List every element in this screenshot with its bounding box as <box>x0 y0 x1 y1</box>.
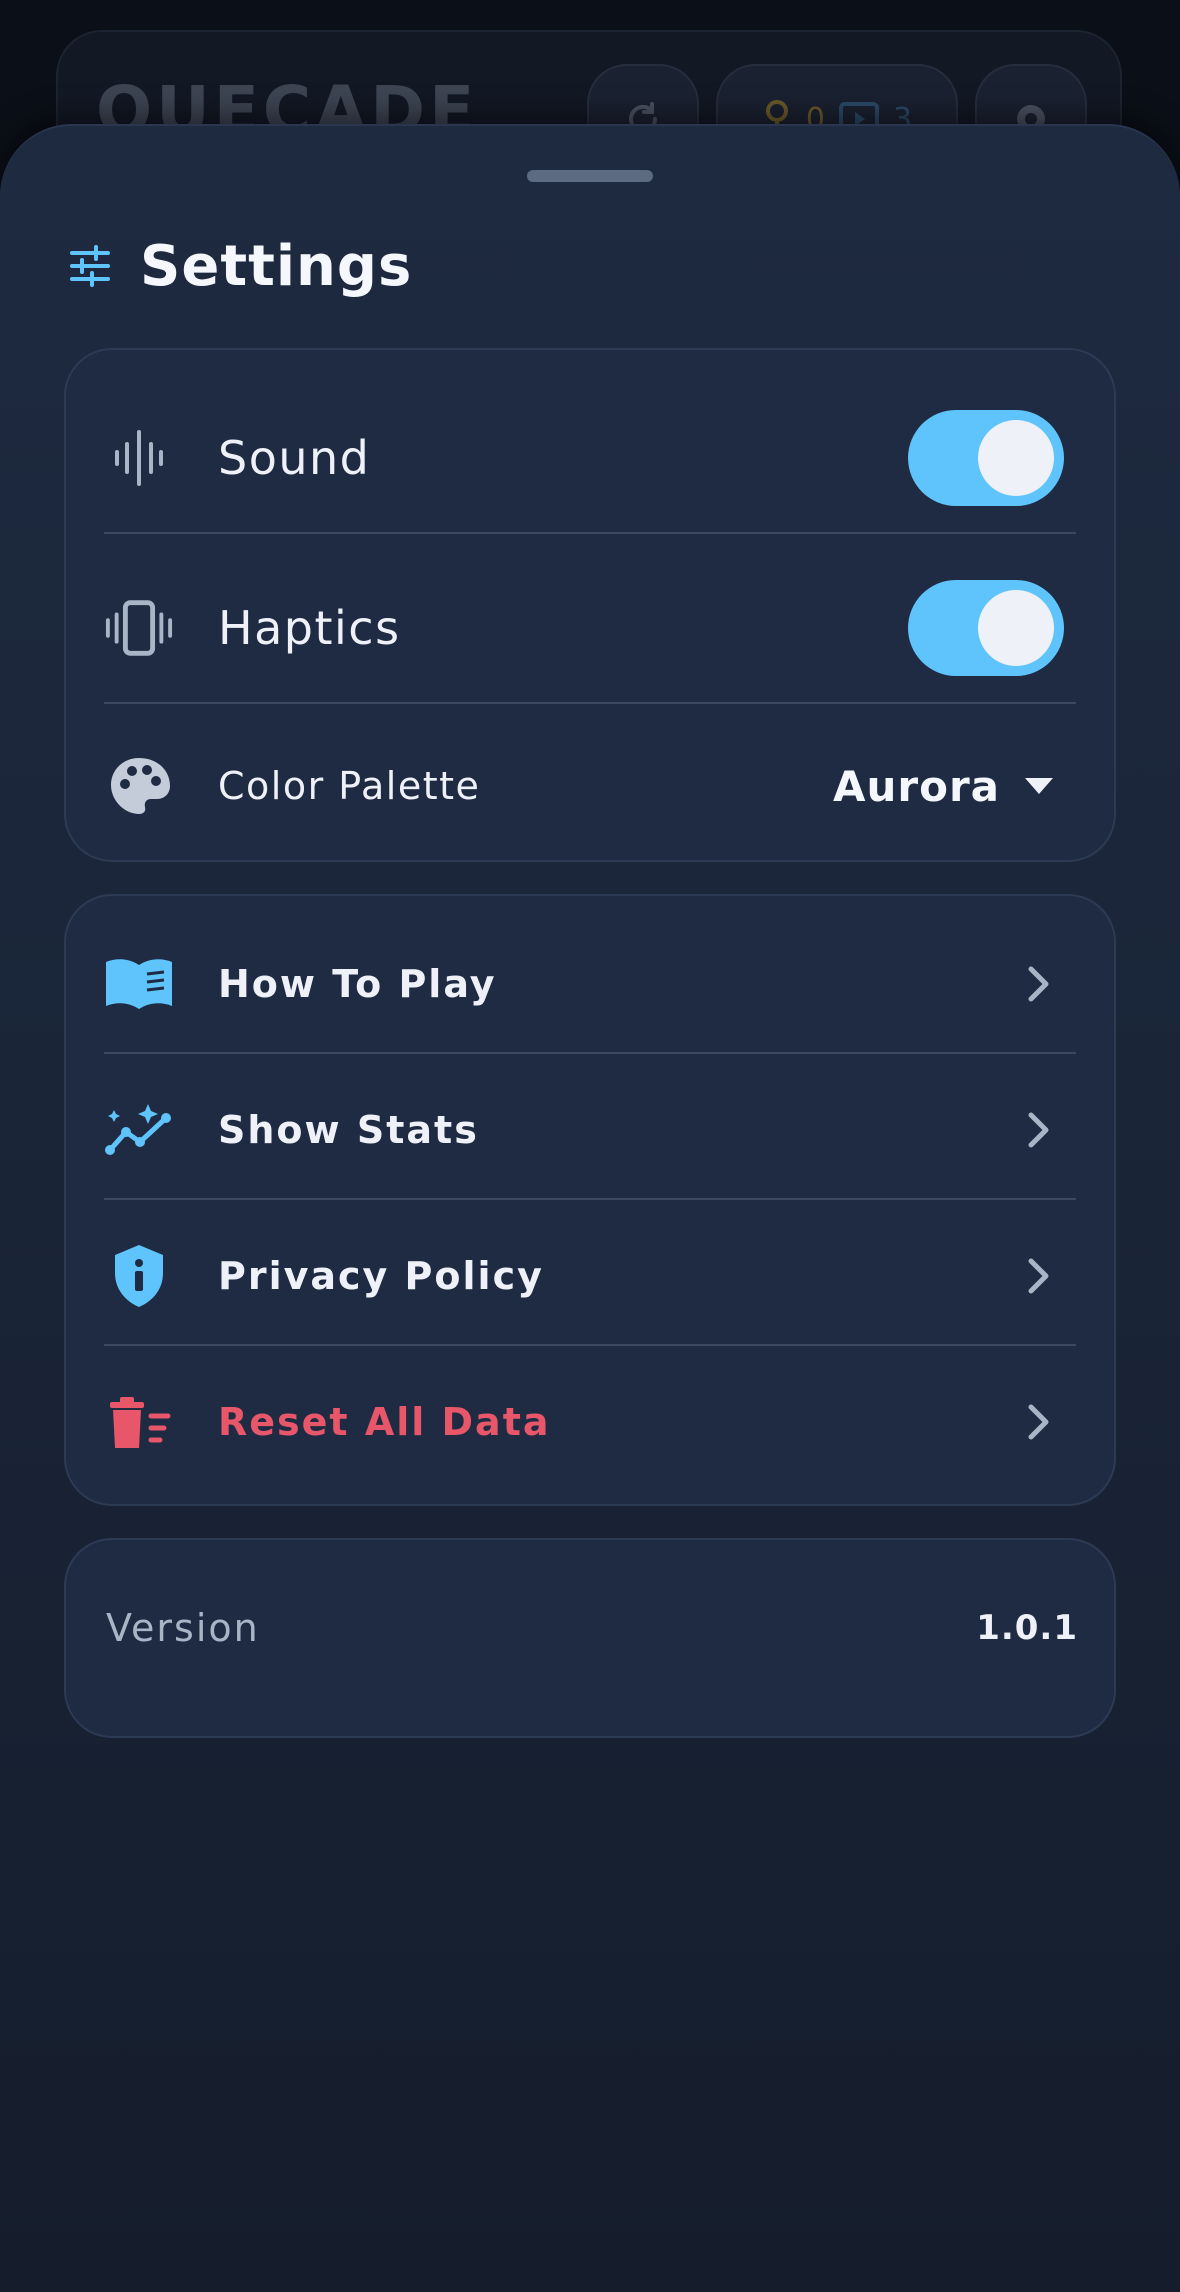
how-to-play-label: How To Play <box>218 962 497 1006</box>
book-icon <box>104 949 174 1019</box>
chevron-right-icon <box>1028 1258 1049 1294</box>
reset-data-row[interactable]: Reset All Data <box>104 1382 1076 1462</box>
preferences-card: Sound Haptics Color Palette Aurora <box>64 348 1116 862</box>
palette-select[interactable]: Aurora <box>833 762 1054 811</box>
divider <box>104 532 1076 534</box>
version-label: Version <box>106 1606 260 1650</box>
haptics-toggle[interactable] <box>908 580 1064 676</box>
how-to-play-row[interactable]: How To Play <box>104 944 1076 1024</box>
trend-sparkle-icon <box>104 1095 174 1165</box>
vibrate-icon <box>104 593 174 663</box>
sound-wave-icon <box>104 423 174 493</box>
chevron-right-icon <box>1028 1112 1049 1148</box>
sliders-icon <box>70 245 110 287</box>
show-stats-row[interactable]: Show Stats <box>104 1090 1076 1170</box>
version-value: 1.0.1 <box>976 1608 1078 1648</box>
haptics-label: Haptics <box>218 601 401 655</box>
settings-sheet: Settings Sound Haptics Color Palette Aur… <box>0 124 1180 2292</box>
sheet-header: Settings <box>68 226 412 306</box>
palette-icon <box>104 751 174 821</box>
palette-label: Color Palette <box>218 764 481 808</box>
caret-down-icon <box>1025 778 1053 794</box>
version-card: Version 1.0.1 <box>64 1538 1116 1738</box>
divider <box>104 1344 1076 1346</box>
privacy-policy-row[interactable]: Privacy Policy <box>104 1236 1076 1316</box>
chevron-right-icon <box>1028 1404 1049 1440</box>
sound-label: Sound <box>218 431 371 485</box>
sheet-title: Settings <box>140 233 413 299</box>
sound-toggle[interactable] <box>908 410 1064 506</box>
haptics-row: Haptics <box>104 580 1076 676</box>
reset-data-label: Reset All Data <box>218 1400 551 1444</box>
show-stats-label: Show Stats <box>218 1108 479 1152</box>
divider <box>104 1052 1076 1054</box>
divider <box>104 1198 1076 1200</box>
toggle-knob <box>978 420 1054 496</box>
sheet-grabber[interactable] <box>527 170 653 182</box>
chevron-right-icon <box>1028 966 1049 1002</box>
shield-info-icon <box>104 1241 174 1311</box>
toggle-knob <box>978 590 1054 666</box>
links-card: How To Play Show Stats Privacy Policy Re… <box>64 894 1116 1506</box>
privacy-policy-label: Privacy Policy <box>218 1254 544 1298</box>
palette-value: Aurora <box>832 761 1000 811</box>
divider <box>104 702 1076 704</box>
trash-list-icon <box>104 1387 174 1457</box>
sound-row: Sound <box>104 410 1076 506</box>
palette-row: Color Palette Aurora <box>104 746 1076 826</box>
